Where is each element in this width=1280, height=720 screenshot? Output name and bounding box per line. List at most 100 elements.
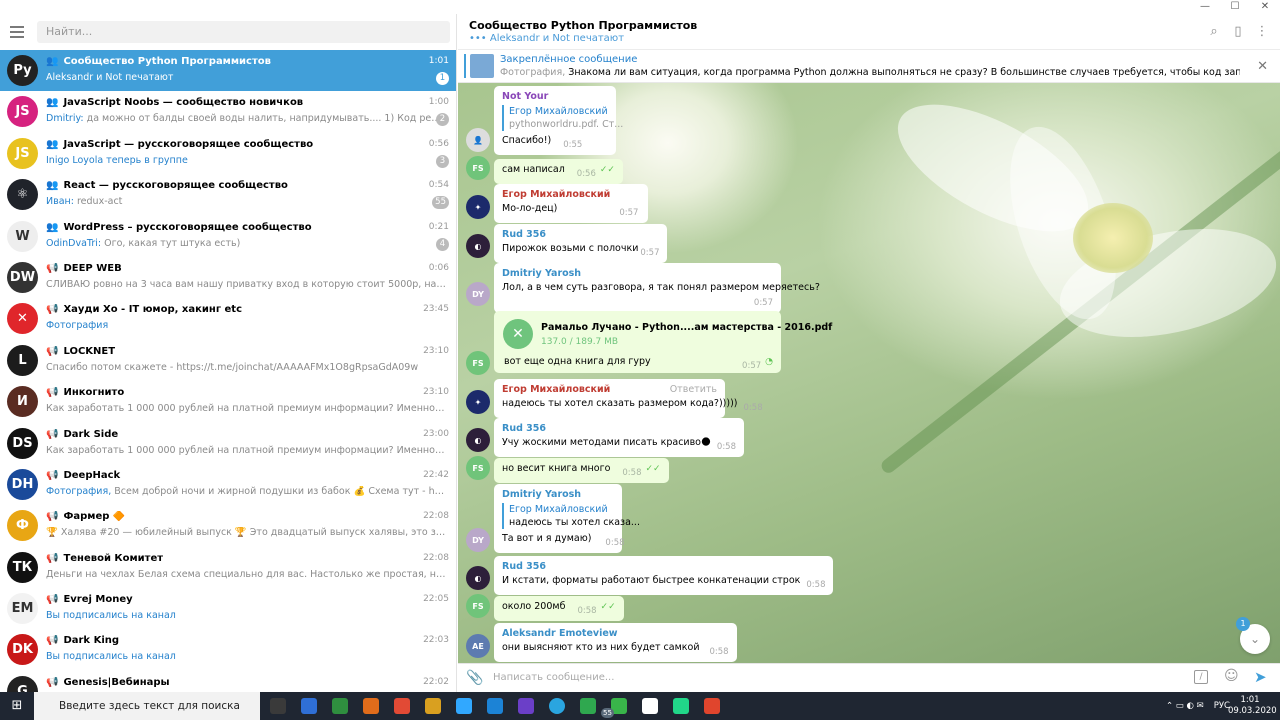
avatar[interactable]: ✦	[466, 390, 490, 414]
conversation-panel: Сообщество Python Программистов ••• Alek…	[458, 14, 1280, 692]
chat-preview: Aleksandr и Not печатают	[46, 72, 174, 83]
message-time: 0:56	[576, 169, 596, 179]
reply-quote[interactable]: Егор Михайловский pythonworldru.pdf. Ст.…	[502, 105, 623, 131]
avatar[interactable]: DY	[466, 282, 490, 306]
pinned-message[interactable]: Закреплённое сообщение Фотография, Знако…	[458, 50, 1280, 83]
message-bubble[interactable]: Rud 356 И кстати, форматы работают быстр…	[494, 556, 834, 595]
file-name[interactable]: Рамальо Лучано - Python....ам мастерства…	[541, 322, 832, 333]
message-sender[interactable]: Dmitriy Yarosh	[502, 268, 773, 279]
reply-quote[interactable]: Егор Михайловский надеюсь ты хотел сказа…	[502, 503, 640, 529]
message-bubble[interactable]: сам написал 0:56 ✓✓	[494, 159, 623, 184]
avatar[interactable]: ◐	[466, 428, 490, 452]
close-icon[interactable]: ✕	[1250, 0, 1280, 14]
avatar[interactable]: AE	[466, 634, 490, 658]
avatar[interactable]: FS	[466, 456, 490, 480]
pycharm-icon[interactable]	[673, 698, 689, 714]
message-sender[interactable]: Rud 356	[502, 423, 736, 434]
avatar[interactable]: FS	[466, 594, 490, 618]
message-bubble[interactable]: Dmitriy Yarosh Егор Михайловский надеюсь…	[494, 484, 640, 553]
message-bubble[interactable]: Aleksandr Emoteview они выясняют кто из …	[494, 623, 737, 662]
avatar[interactable]: ◐	[466, 234, 490, 258]
taskbar-search-input[interactable]: Введите здесь текст для поиска	[34, 692, 260, 720]
avatar[interactable]: DY	[466, 528, 490, 552]
chat-list-item[interactable]: G 📢 Genesis|Вебинары 22:02	[0, 671, 456, 692]
channel-megaphone-icon: 📢	[46, 635, 59, 647]
chat-list-item[interactable]: DS 📢 Dark Side 23:00 Как заработать 1 000 00…	[0, 423, 456, 464]
message-time: 0:58	[709, 647, 729, 657]
avatar[interactable]: ◐	[466, 566, 490, 590]
chat-list-item[interactable]: JS 👥 JavaScript Noobs — сообщество новичко…	[0, 91, 456, 132]
message-bubble[interactable]: Rud 356 Учу жоскими методами писать крас…	[494, 418, 744, 457]
sublime-icon[interactable]	[425, 698, 441, 714]
chat-list-item[interactable]: DK 📢 Dark King 22:03 Вы подписались на канал	[0, 629, 456, 670]
chat-list-item[interactable]: W 👥 WordPress – русскоговорящее сообщество…	[0, 216, 456, 257]
vscode-icon[interactable]	[487, 698, 503, 714]
message-input[interactable]: Написать сообщение...	[493, 672, 614, 683]
chat-time: 23:10	[423, 345, 449, 356]
chat-list-item[interactable]: Py 👥 Сообщество Python Программистов 1:01 Al…	[0, 50, 456, 92]
message-sender[interactable]: Егор Михайловский Ответить	[502, 384, 717, 395]
whatsapp-icon[interactable]	[580, 698, 596, 714]
search-input[interactable]: Найти...	[37, 21, 450, 43]
message-bubble[interactable]: Егор Михайловский Ответить надеюсь ты хот…	[494, 379, 763, 418]
avatar[interactable]: FS	[466, 351, 490, 375]
chat-list-item[interactable]: EM 📢 Evrej Money 22:05 Вы подписались на кан…	[0, 588, 456, 629]
chat-list-item[interactable]: ТК 📢 Теневой Комитет 22:08 Деньги на чехлах …	[0, 547, 456, 588]
message-time: 0:57	[742, 361, 762, 371]
tray-icons[interactable]: ⌃ ▭ ◐ ✉	[1166, 701, 1204, 711]
more-icon[interactable]: ⋮	[1254, 24, 1270, 40]
message-sender[interactable]: Егор Михайловский	[502, 189, 640, 200]
chat-list-item[interactable]: L 📢 LOCKNET 23:10 Спасибо потом скажете - ht…	[0, 340, 456, 381]
chat-list-item[interactable]: DH 📢 DeepHack 22:42 Фотография, Всем доброй …	[0, 464, 456, 505]
message-bubble[interactable]: но весит книга много 0:58 ✓✓	[494, 458, 669, 483]
chat-list-item[interactable]: Ф 📢 Фармер 🔶 22:08 🏆 Халява #20 — юбилейный …	[0, 505, 456, 546]
excel-icon[interactable]	[332, 698, 348, 714]
files-icon[interactable]	[363, 698, 379, 714]
download-cancel-icon[interactable]: ✕	[503, 319, 533, 349]
minimize-icon[interactable]: —	[1190, 0, 1220, 14]
message-bubble[interactable]: Rud 356 Пирожок возьми с полочки 0:57	[494, 224, 668, 263]
notes-icon[interactable]	[642, 698, 658, 714]
avatar[interactable]: ✦	[466, 195, 490, 219]
maximize-icon[interactable]: ☐	[1220, 0, 1250, 14]
chat-list-item[interactable]: ✕ 📢 Хауди Хо - IT юмор, хакинг etc 23:45 Фот…	[0, 298, 456, 339]
message-sender[interactable]: Aleksandr Emoteview	[502, 628, 729, 639]
message-bubble[interactable]: около 200мб 0:58 ✓✓	[494, 596, 624, 621]
avatar[interactable]: FS	[466, 156, 490, 180]
word-icon[interactable]	[301, 698, 317, 714]
message-sender[interactable]: Not Your	[502, 91, 608, 102]
menu-icon[interactable]	[10, 26, 24, 38]
chat-list-item[interactable]: ⚛ 👥 React — русскоговорящее сообщество 0:54…	[0, 174, 456, 215]
chat-list-item[interactable]: И 📢 Инкогнито 23:10 Как заработать 1 000 000…	[0, 381, 456, 422]
message-sender[interactable]: Rud 356	[502, 561, 825, 572]
chat-preview: Как заработать 1 000 000 рублей на платн…	[46, 444, 446, 456]
chrome-icon[interactable]	[394, 698, 410, 714]
message-sender[interactable]: Dmitriy Yarosh	[502, 489, 614, 500]
taskbar-clock[interactable]: 1:01 09.03.2020	[1228, 695, 1277, 717]
send-icon[interactable]: ➤	[1254, 668, 1267, 686]
photoshop-icon[interactable]	[456, 698, 472, 714]
windows-start-icon[interactable]: ⊞	[0, 692, 34, 720]
chat-list-item[interactable]: DW 📢 DEEP WEB 0:06 СЛИВАЮ ровно на 3 часа ва…	[0, 257, 456, 298]
chrome-alt-icon[interactable]	[704, 698, 720, 714]
file-message-bubble[interactable]: ✕ Рамальо Лучано - Python....ам мастерст…	[494, 311, 832, 373]
reply-button[interactable]: Ответить	[670, 384, 717, 395]
commands-icon[interactable]: /	[1194, 670, 1208, 684]
message-bubble[interactable]: Dmitriy Yarosh Лол, а в чем суть разгово…	[494, 263, 820, 313]
pinned-close-icon[interactable]: ✕	[1257, 59, 1268, 74]
tor-icon[interactable]	[518, 698, 534, 714]
message-bubble[interactable]: Not Your Егор Михайловский pythonworldru…	[494, 86, 623, 155]
telegram-icon[interactable]	[549, 698, 565, 714]
message-bubble[interactable]: Егор Михайловский Мо-ло-дец) 0:57	[494, 184, 648, 223]
chat-avatar: JS	[7, 96, 38, 128]
conversation-title[interactable]: Сообщество Python Программистов	[469, 19, 697, 32]
message-sender[interactable]: Rud 356	[502, 229, 659, 240]
chat-list-item[interactable]: JS 👥 JavaScript — русскоговорящее сообщест…	[0, 133, 456, 174]
emoji-icon[interactable]: ☺	[1224, 668, 1239, 684]
sidebar-toggle-icon[interactable]: ▯	[1230, 24, 1246, 40]
group-icon: 👥	[46, 138, 59, 150]
search-icon[interactable]: ⌕	[1206, 24, 1222, 40]
task-view-icon[interactable]	[270, 698, 286, 714]
avatar[interactable]: 👤	[466, 128, 490, 152]
attach-icon[interactable]: 📎	[466, 670, 483, 686]
